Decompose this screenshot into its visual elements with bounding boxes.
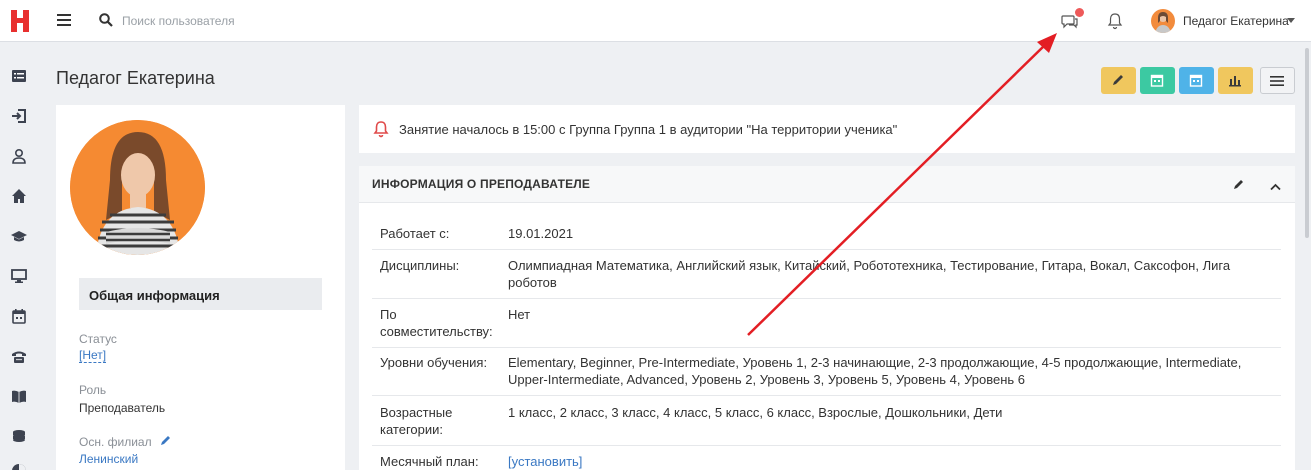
stats-button[interactable] bbox=[1218, 67, 1253, 94]
lesson-alert: Занятие началось в 15:00 с Группа Группа… bbox=[359, 105, 1295, 153]
teacher-info-panel: ИНФОРМАЦИЯ О ПРЕПОДАВАТЕЛЕ Работает с: 1… bbox=[359, 166, 1295, 470]
row-label: Дисциплины: bbox=[380, 258, 460, 273]
table-row: Работает с: 19.01.2021 bbox=[372, 225, 1281, 250]
coins-icon[interactable] bbox=[11, 428, 27, 444]
sign-in-icon[interactable] bbox=[11, 108, 27, 124]
monitor-icon[interactable] bbox=[11, 268, 27, 284]
row-label: Работает с: bbox=[380, 226, 450, 241]
row-value: Elementary, Beginner, Pre-Intermediate, … bbox=[508, 355, 1242, 387]
page-title: Педагог Екатерина bbox=[56, 68, 215, 88]
bell-icon[interactable] bbox=[1107, 12, 1123, 30]
more-menu-button[interactable] bbox=[1260, 67, 1295, 94]
table-row: По совместительству: Нет bbox=[372, 306, 1281, 348]
home-icon[interactable] bbox=[11, 188, 27, 204]
row-value: 19.01.2021 bbox=[508, 226, 574, 241]
branch-value-link[interactable]: Ленинский bbox=[79, 452, 138, 466]
row-value: Нет bbox=[508, 307, 531, 322]
status-value-link[interactable]: [Нет] bbox=[79, 348, 107, 363]
role-label: Роль bbox=[79, 383, 107, 397]
bar-chart-icon bbox=[1229, 76, 1241, 87]
calendar-icon bbox=[1150, 74, 1164, 87]
edit-button[interactable] bbox=[1101, 67, 1136, 94]
user-name[interactable]: Педагог Екатерина bbox=[1183, 14, 1289, 28]
branch-label: Осн. филиал bbox=[79, 435, 152, 449]
scrollbar[interactable] bbox=[1305, 48, 1309, 238]
pencil-icon bbox=[1113, 75, 1123, 85]
profile-photo bbox=[70, 120, 205, 255]
profile-card: Общая информация Статус [Нет] Роль Препо… bbox=[56, 105, 345, 470]
book-icon[interactable] bbox=[11, 388, 27, 404]
schedule-button[interactable] bbox=[1140, 67, 1175, 94]
calendar-icon bbox=[1189, 74, 1203, 87]
graduation-cap-icon[interactable] bbox=[11, 228, 27, 244]
user-icon[interactable] bbox=[11, 148, 27, 164]
table-row: Месячный план: [установить] bbox=[372, 453, 1281, 470]
panel-header: ИНФОРМАЦИЯ О ПРЕПОДАВАТЕЛЕ bbox=[359, 166, 1295, 203]
alert-text: Занятие началось в 15:00 с Группа Группа… bbox=[399, 122, 898, 137]
menu-icon[interactable] bbox=[57, 14, 71, 26]
caret-down-icon[interactable] bbox=[1287, 18, 1295, 23]
list-icon[interactable] bbox=[11, 68, 27, 84]
search-input[interactable] bbox=[122, 11, 422, 31]
calendar-icon[interactable] bbox=[11, 308, 27, 324]
table-row: Уровни обучения: Elementary, Beginner, P… bbox=[372, 354, 1281, 396]
table-row: Возрастные категории: 1 класс, 2 класс, … bbox=[372, 404, 1281, 446]
table-row: Дисциплины: Олимпиадная Математика, Англ… bbox=[372, 257, 1281, 299]
set-monthly-plan-link[interactable]: [установить] bbox=[508, 453, 1268, 470]
pie-chart-icon[interactable] bbox=[11, 463, 27, 470]
row-label: По совместительству: bbox=[380, 307, 493, 339]
row-label: Месячный план: bbox=[380, 454, 479, 469]
bell-icon bbox=[373, 120, 389, 138]
pencil-icon[interactable] bbox=[1233, 178, 1245, 190]
status-label: Статус bbox=[79, 332, 117, 346]
phone-icon[interactable] bbox=[11, 348, 27, 364]
row-value: 1 класс, 2 класс, 3 класс, 4 класс, 5 кл… bbox=[508, 405, 1003, 420]
sidebar bbox=[0, 43, 38, 470]
row-label: Уровни обучения: bbox=[380, 355, 488, 370]
search-icon bbox=[99, 13, 113, 27]
notification-badge bbox=[1075, 8, 1084, 17]
menu-icon bbox=[1270, 76, 1284, 86]
row-label: Возрастные категории: bbox=[380, 405, 453, 437]
avatar[interactable] bbox=[1151, 9, 1175, 33]
calendar-button[interactable] bbox=[1179, 67, 1214, 94]
edit-branch-pencil-icon[interactable] bbox=[160, 434, 172, 446]
role-value: Преподаватель bbox=[79, 401, 166, 415]
general-info-tab[interactable]: Общая информация bbox=[79, 278, 322, 310]
chevron-up-icon[interactable] bbox=[1270, 179, 1281, 191]
top-bar: Педагог Екатерина bbox=[0, 0, 1311, 42]
panel-title: ИНФОРМАЦИЯ О ПРЕПОДАВАТЕЛЕ bbox=[372, 177, 591, 191]
logo[interactable] bbox=[10, 9, 30, 33]
row-value: Олимпиадная Математика, Английский язык,… bbox=[508, 258, 1231, 290]
